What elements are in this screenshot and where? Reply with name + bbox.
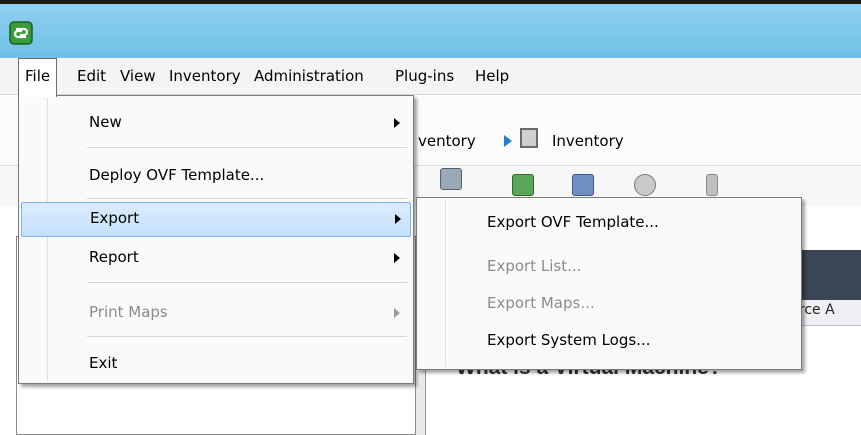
menu-plug-ins[interactable]: Plug-ins <box>389 58 460 95</box>
export-submenu: Export OVF Template... Export List... Ex… <box>416 197 802 370</box>
breadcrumb-inventory[interactable]: Inventory <box>552 132 624 150</box>
menu-item-export-ovf-template[interactable]: Export OVF Template... <box>419 206 799 241</box>
menu-bar: File Edit View Inventory Administration … <box>0 58 861 97</box>
menu-administration[interactable]: Administration <box>248 58 370 95</box>
menu-item-new[interactable]: New <box>21 106 411 141</box>
submenu-arrow-icon <box>394 118 400 128</box>
menu-item-label: Export OVF Template... <box>487 213 659 231</box>
menu-item-label: New <box>89 113 122 131</box>
file-menu-dropdown: New Deploy OVF Template... Export Report… <box>18 95 414 384</box>
server-icon[interactable] <box>706 174 718 196</box>
menu-item-label: Report <box>89 248 139 266</box>
title-bar <box>0 0 861 58</box>
menu-item-label: Export List... <box>487 257 582 275</box>
network-icon[interactable] <box>634 174 656 196</box>
menu-item-label: Export System Logs... <box>487 331 651 349</box>
inventory-icon <box>520 128 538 148</box>
submenu-arrow-icon <box>394 253 400 263</box>
breadcrumb-arrow-icon <box>504 135 512 147</box>
menu-edit[interactable]: Edit <box>71 58 112 95</box>
menu-item-report[interactable]: Report <box>21 241 411 276</box>
breadcrumb-home[interactable]: ventory <box>418 132 476 150</box>
menu-file[interactable]: File <box>18 58 58 97</box>
menu-item-export-maps: Export Maps... <box>419 287 799 322</box>
menu-item-export-list: Export List... <box>419 250 799 285</box>
datastore-icon[interactable] <box>572 174 594 196</box>
menu-item-label: Exit <box>89 354 118 372</box>
menu-item-label: Print Maps <box>89 303 168 321</box>
menu-item-export-system-logs[interactable]: Export System Logs... <box>419 324 799 359</box>
menu-separator <box>87 336 407 337</box>
menu-inventory[interactable]: Inventory <box>163 58 247 95</box>
host-icon[interactable] <box>440 168 462 190</box>
menu-item-deploy-ovf-template[interactable]: Deploy OVF Template... <box>21 159 411 194</box>
menu-item-label: Export <box>90 209 140 227</box>
menu-item-exit[interactable]: Exit <box>21 347 411 382</box>
menu-separator <box>87 198 407 199</box>
menu-item-label: Deploy OVF Template... <box>89 166 265 184</box>
menu-item-export[interactable]: Export <box>21 202 411 237</box>
menu-view[interactable]: View <box>114 58 162 95</box>
menu-separator <box>87 282 407 283</box>
submenu-arrow-icon <box>394 308 400 318</box>
vm-icon[interactable] <box>512 174 534 196</box>
menu-item-print-maps: Print Maps <box>21 296 411 331</box>
menu-item-label: Export Maps... <box>487 294 595 312</box>
menu-separator <box>87 147 407 148</box>
vsphere-client-icon <box>9 21 33 45</box>
menu-help[interactable]: Help <box>469 58 515 95</box>
submenu-arrow-icon <box>395 214 401 224</box>
